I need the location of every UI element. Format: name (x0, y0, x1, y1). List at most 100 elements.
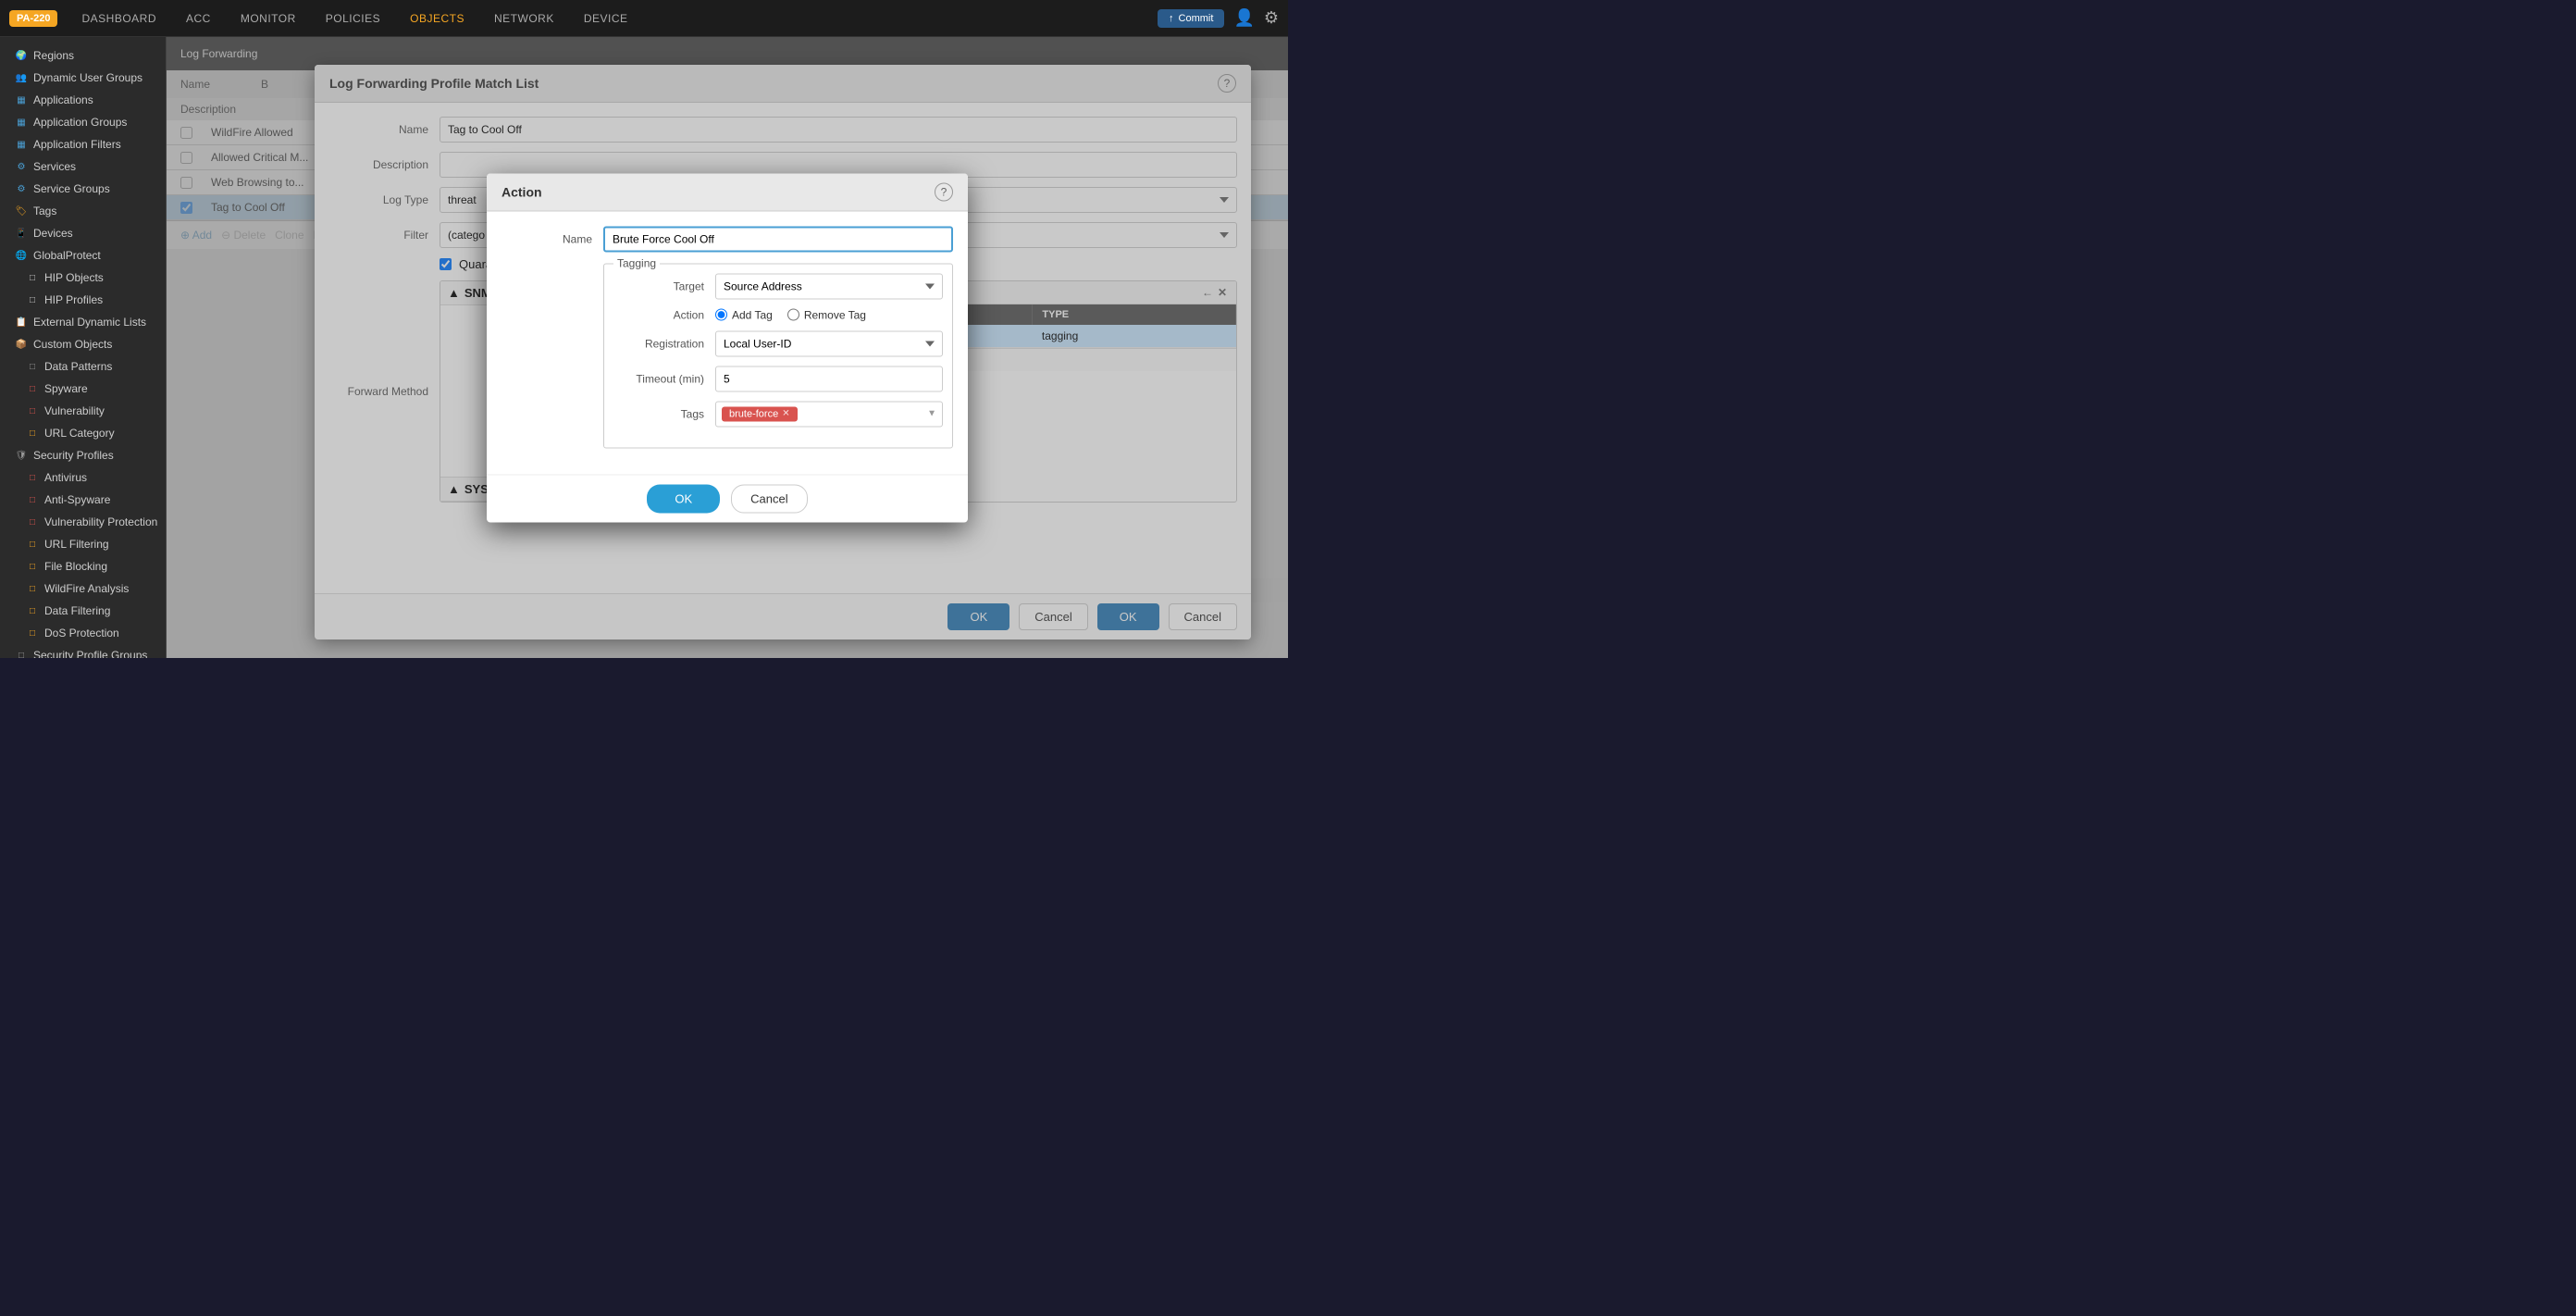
sidebar-item-spyware[interactable]: □ Spyware (0, 378, 166, 400)
nav-monitor[interactable]: MONITOR (235, 8, 302, 29)
external-dynamic-lists-icon: 📋 (15, 316, 28, 329)
top-navigation: PA-220 DASHBOARD ACC MONITOR POLICIES OB… (0, 0, 1288, 37)
sidebar-item-devices[interactable]: 📱 Devices (0, 222, 166, 244)
data-patterns-icon: □ (26, 360, 39, 373)
commit-icon: ↑ (1169, 13, 1174, 24)
target-label: Target (613, 279, 715, 292)
sidebar-item-vulnerability-protection[interactable]: □ Vulnerability Protection (0, 511, 166, 533)
action-dialog-footer: OK Cancel (487, 474, 968, 522)
spyware-icon: □ (26, 382, 39, 395)
remove-tag-option[interactable]: Remove Tag (787, 308, 866, 321)
user-icon[interactable]: 👤 (1233, 8, 1254, 28)
application-filters-icon: ▦ (15, 138, 28, 151)
action-tagging-section-row: Tagging Target Source Address Destinatio… (502, 263, 953, 448)
hip-objects-icon: □ (26, 271, 39, 284)
sidebar-item-service-groups[interactable]: ⚙ Service Groups (0, 178, 166, 200)
sidebar-item-security-profile-groups[interactable]: □ Security Profile Groups (0, 644, 166, 658)
dynamic-user-groups-icon: 👥 (15, 71, 28, 84)
sidebar-item-vulnerability[interactable]: □ Vulnerability (0, 400, 166, 422)
sidebar-item-dynamic-user-groups[interactable]: 👥 Dynamic User Groups (0, 67, 166, 89)
remove-tag-radio[interactable] (787, 309, 799, 321)
tags-dropdown-icon[interactable]: ▼ (927, 409, 936, 419)
applications-icon: ▦ (15, 93, 28, 106)
sidebar-item-security-profiles[interactable]: 🛡 Security Profiles (0, 444, 166, 466)
sidebar-item-anti-spyware[interactable]: □ Anti-Spyware (0, 489, 166, 511)
sidebar-item-globalprotect[interactable]: 🌐 GlobalProtect (0, 244, 166, 267)
settings-icon[interactable]: ⚙ (1264, 8, 1279, 28)
sidebar-item-applications[interactable]: ▦ Applications (0, 89, 166, 111)
application-groups-icon: ▦ (15, 116, 28, 129)
sidebar-item-wildfire-analysis[interactable]: □ WildFire Analysis (0, 577, 166, 600)
url-category-icon: □ (26, 427, 39, 440)
sidebar-item-custom-objects[interactable]: 📦 Custom Objects (0, 333, 166, 355)
devices-icon: 📱 (15, 227, 28, 240)
action-type-row: Action Add Tag Remove Tag (613, 308, 943, 321)
action-name-label: Name (502, 232, 603, 245)
timeout-input[interactable] (715, 366, 943, 391)
radio-group: Add Tag Remove Tag (715, 308, 943, 321)
action-cancel-button[interactable]: Cancel (731, 484, 807, 513)
sidebar-item-regions[interactable]: 🌍 Regions (0, 44, 166, 67)
security-profiles-icon: 🛡 (15, 449, 28, 462)
tag-brute-force: brute-force ✕ (722, 406, 798, 421)
sidebar-item-data-filtering[interactable]: □ Data Filtering (0, 600, 166, 622)
sidebar-item-hip-objects[interactable]: □ HIP Objects (0, 267, 166, 289)
nav-dashboard[interactable]: DASHBOARD (76, 8, 162, 29)
content-area: Log Forwarding Name B Description WildFi… (167, 37, 1288, 658)
add-tag-option[interactable]: Add Tag (715, 308, 773, 321)
registration-label: Registration (613, 337, 715, 350)
action-dialog-title-bar: Action ? (487, 173, 968, 211)
main-layout: 🌍 Regions 👥 Dynamic User Groups ▦ Applic… (0, 37, 1288, 658)
action-dialog-title: Action (502, 184, 542, 199)
action-dialog-help[interactable]: ? (935, 182, 953, 201)
sidebar: 🌍 Regions 👥 Dynamic User Groups ▦ Applic… (0, 37, 167, 658)
add-tag-radio[interactable] (715, 309, 727, 321)
action-ok-button[interactable]: OK (647, 484, 720, 513)
timeout-label: Timeout (min) (613, 372, 715, 385)
sidebar-item-file-blocking[interactable]: □ File Blocking (0, 555, 166, 577)
tag-label: brute-force (729, 408, 778, 419)
target-row: Target Source Address Destination Addres… (613, 273, 943, 299)
sidebar-item-services[interactable]: ⚙ Services (0, 155, 166, 178)
sidebar-item-antivirus[interactable]: □ Antivirus (0, 466, 166, 489)
nav-objects[interactable]: OBJECTS (404, 8, 470, 29)
registration-select[interactable]: Local User-ID Panorama LDAP (715, 330, 943, 356)
tags-icon: 🏷 (15, 205, 28, 217)
tagging-legend: Tagging (613, 256, 660, 269)
anti-spyware-icon: □ (26, 493, 39, 506)
registration-row: Registration Local User-ID Panorama LDAP (613, 330, 943, 356)
action-type-label: Action (613, 308, 715, 321)
url-filtering-icon: □ (26, 538, 39, 551)
commit-button[interactable]: ↑ Commit (1158, 9, 1224, 28)
sidebar-item-url-filtering[interactable]: □ URL Filtering (0, 533, 166, 555)
nav-right: ↑ Commit 👤 ⚙ (1158, 8, 1279, 28)
services-icon: ⚙ (15, 160, 28, 173)
nav-network[interactable]: NETWORK (489, 8, 560, 29)
globalprotect-icon: 🌐 (15, 249, 28, 262)
sidebar-item-dos-protection[interactable]: □ DoS Protection (0, 622, 166, 644)
security-profile-groups-icon: □ (15, 649, 28, 658)
nav-acc[interactable]: ACC (180, 8, 217, 29)
tags-label: Tags (613, 407, 715, 420)
timeout-row: Timeout (min) (613, 366, 943, 391)
custom-objects-icon: 📦 (15, 338, 28, 351)
nav-policies[interactable]: POLICIES (320, 8, 386, 29)
dos-protection-icon: □ (26, 627, 39, 639)
nav-device[interactable]: DEVICE (578, 8, 634, 29)
sidebar-item-data-patterns[interactable]: □ Data Patterns (0, 355, 166, 378)
action-name-input[interactable] (603, 226, 953, 252)
sidebar-item-url-category[interactable]: □ URL Category (0, 422, 166, 444)
sidebar-item-hip-profiles[interactable]: □ HIP Profiles (0, 289, 166, 311)
data-filtering-icon: □ (26, 604, 39, 617)
hip-profiles-icon: □ (26, 293, 39, 306)
sidebar-item-external-dynamic-lists[interactable]: 📋 External Dynamic Lists (0, 311, 166, 333)
action-dialog: Action ? Name Tagging Target (487, 173, 968, 522)
vulnerability-icon: □ (26, 404, 39, 417)
target-select[interactable]: Source Address Destination Address Sourc… (715, 273, 943, 299)
tags-container[interactable]: brute-force ✕ ▼ (715, 401, 943, 427)
tag-remove-icon[interactable]: ✕ (782, 409, 789, 419)
sidebar-item-application-groups[interactable]: ▦ Application Groups (0, 111, 166, 133)
sidebar-item-application-filters[interactable]: ▦ Application Filters (0, 133, 166, 155)
sidebar-item-tags[interactable]: 🏷 Tags (0, 200, 166, 222)
app-logo: PA-220 (9, 10, 57, 27)
